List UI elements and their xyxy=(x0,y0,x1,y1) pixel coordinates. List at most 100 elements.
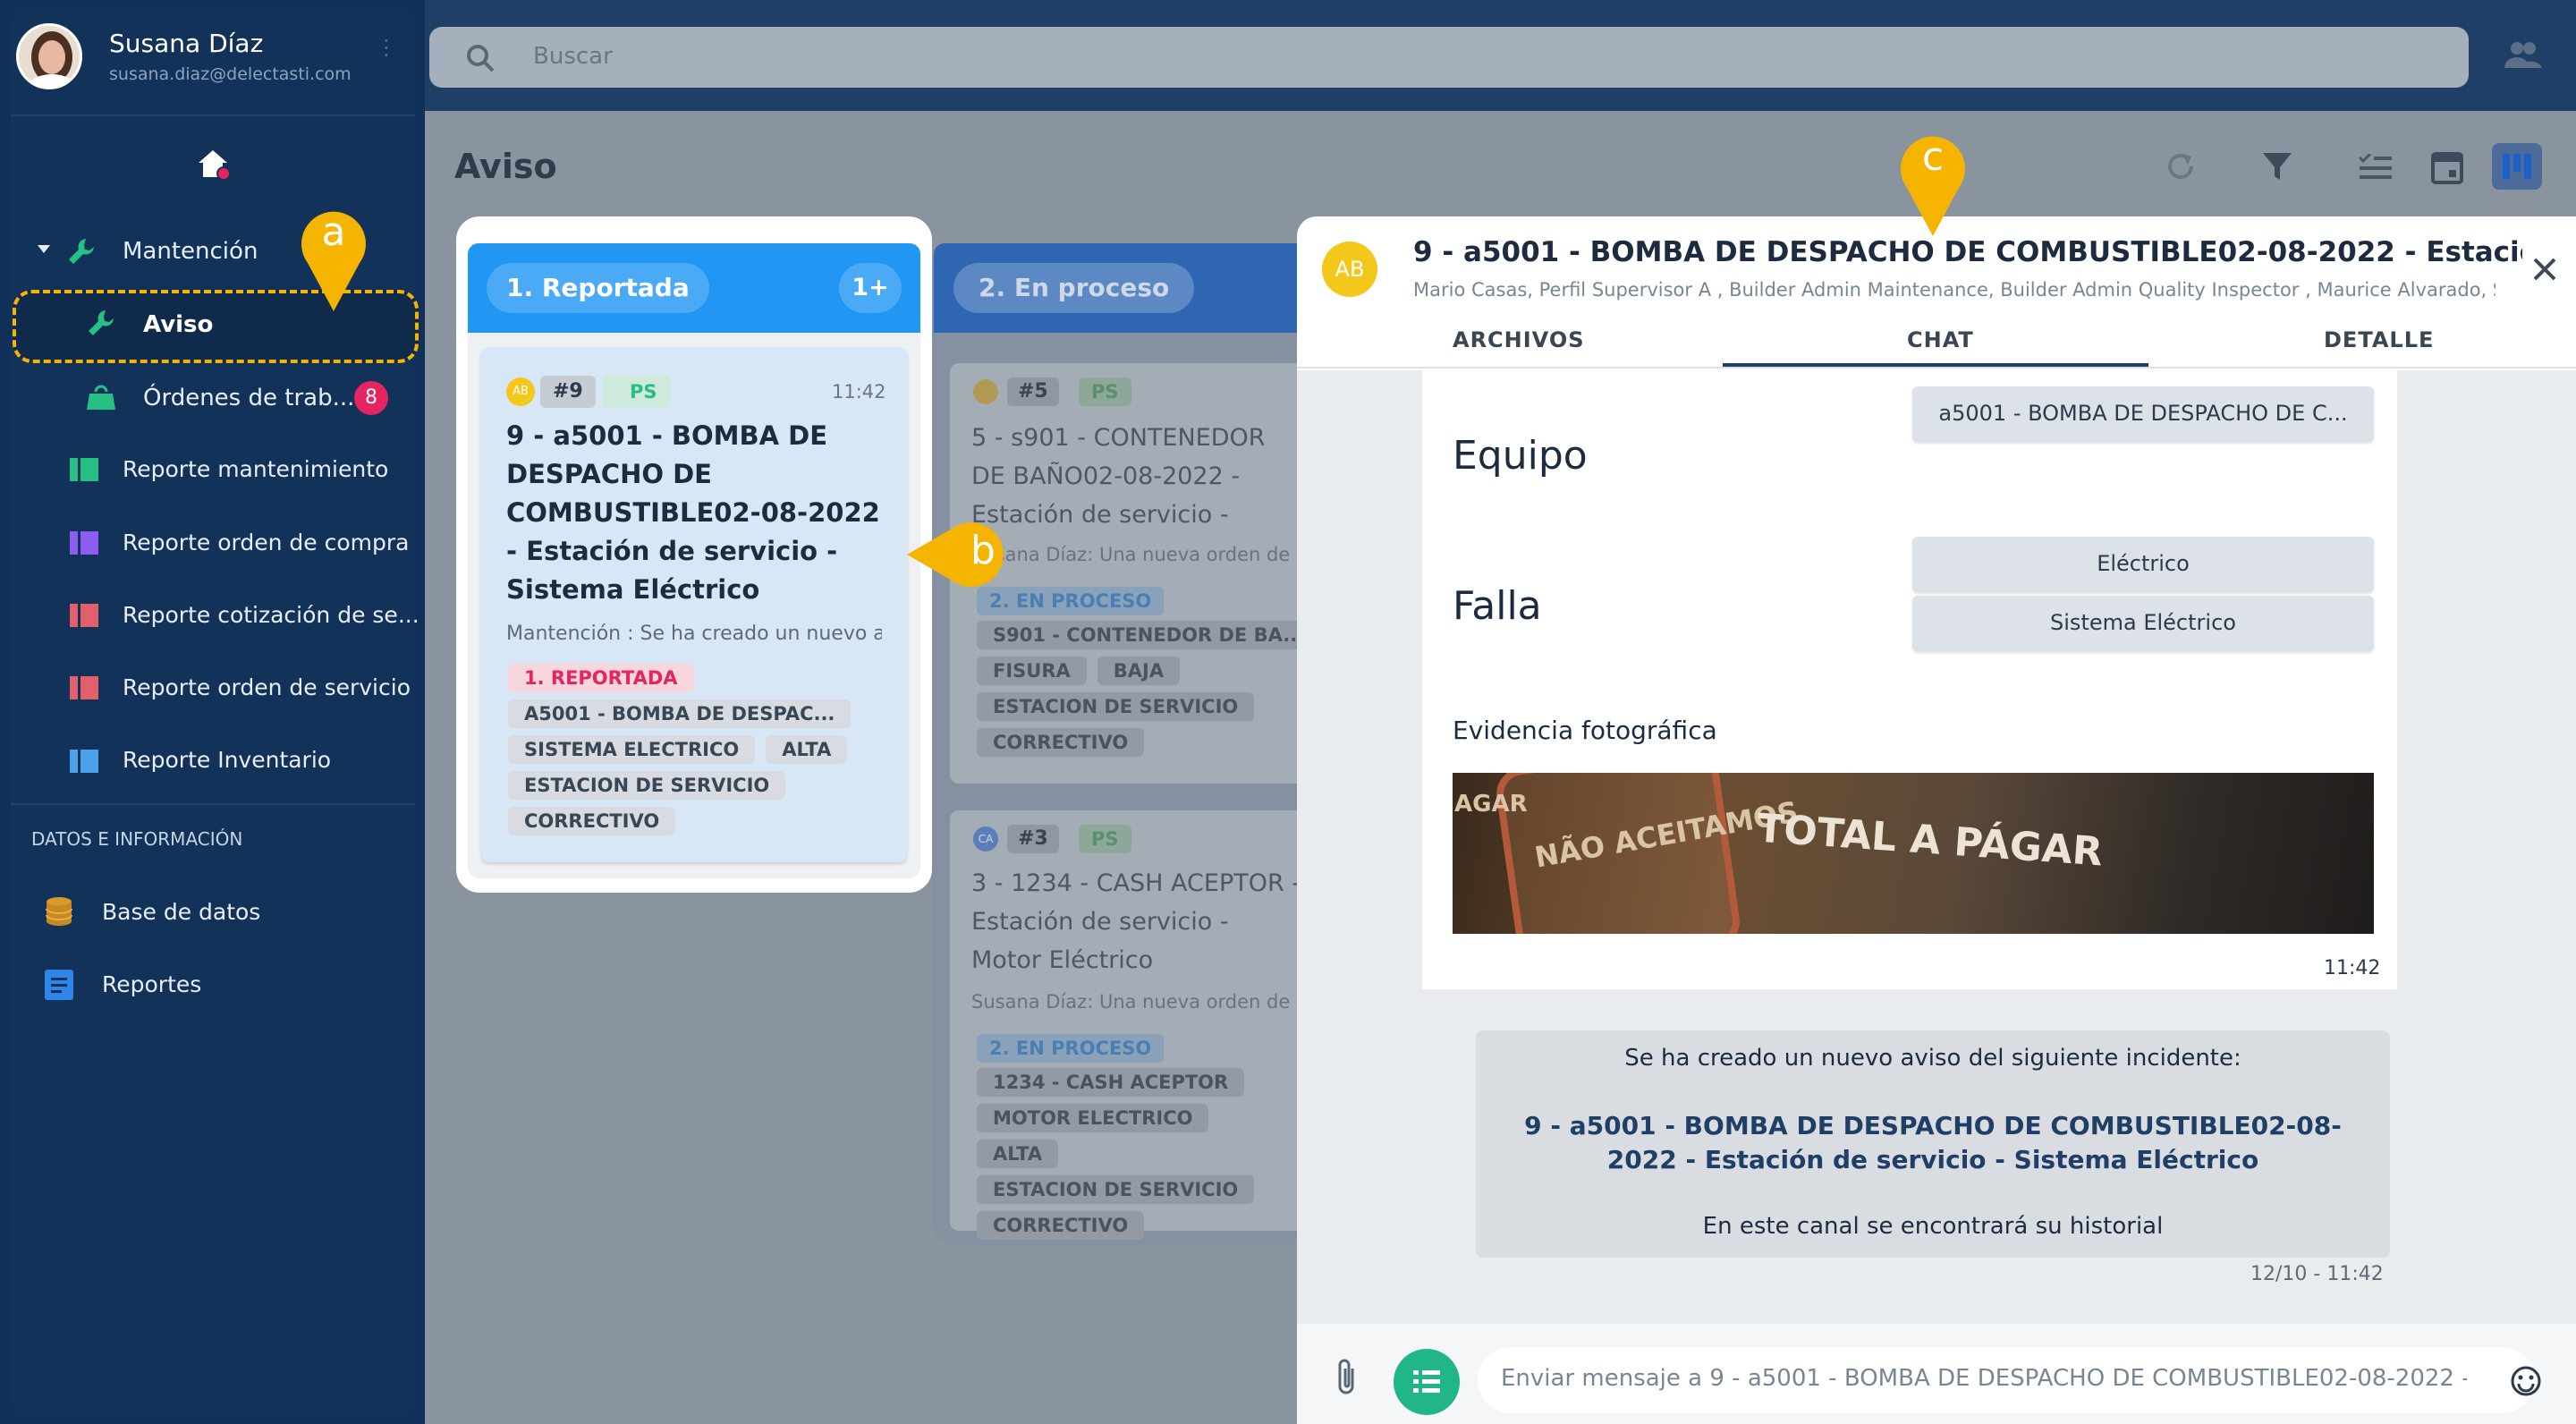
callout-c-label: c xyxy=(1921,134,1945,180)
card-title: 3 - 1234 - CASH ACEPTOR - Estación de se… xyxy=(971,869,1301,974)
document-icon xyxy=(45,970,73,1000)
sidebar-item-label: Órdenes de trab... xyxy=(143,385,355,411)
avatar: AB xyxy=(506,377,535,406)
equipo-value[interactable]: a5001 - BOMBA DE DESPACHO DE C... xyxy=(1912,386,2374,442)
tab-chat[interactable]: CHAT xyxy=(1907,327,1974,352)
user-name: Susana Díaz xyxy=(109,29,264,58)
card-number: #5 xyxy=(1007,377,1059,406)
avatar: AB xyxy=(1322,242,1377,297)
card-number: #3 xyxy=(1007,825,1059,853)
group-toggle-icon[interactable] xyxy=(38,245,50,253)
emoji-icon[interactable] xyxy=(2510,1365,2542,1397)
column-count: 1+ xyxy=(839,263,902,313)
list-checks-icon[interactable] xyxy=(2358,152,2394,181)
calendar-icon[interactable] xyxy=(2431,148,2463,184)
avatar xyxy=(973,379,998,404)
card-message: Susana Díaz: Una nueva orden de xyxy=(971,991,1291,1013)
tag-chip: CORRECTIVO xyxy=(977,728,1145,757)
ps-badge: PS xyxy=(1079,825,1131,853)
sidebar-item-reporte-inventario[interactable]: Reporte Inventario xyxy=(123,747,331,773)
callout-b: b xyxy=(903,519,1020,590)
tag-chip: ESTACION DE SERVICIO xyxy=(977,1175,1255,1204)
tag-chip: 1234 - CASH ACEPTOR xyxy=(977,1068,1245,1097)
sidebar-group-mantencion[interactable]: Mantención xyxy=(123,238,258,265)
divider xyxy=(11,803,415,805)
falla-value[interactable]: Eléctrico xyxy=(1912,537,2374,592)
tag-chip: ALTA xyxy=(977,1140,1059,1168)
card-time: 11:42 xyxy=(832,381,886,403)
card-message: Susana Díaz: Una nueva orden de xyxy=(971,544,1291,565)
notification-badge: 8 xyxy=(354,381,388,415)
tag-chip: SISTEMA ELECTRICO xyxy=(508,735,756,764)
falla-value[interactable]: Sistema Eléctrico xyxy=(1912,596,2374,651)
people-icon[interactable] xyxy=(2504,41,2542,68)
database-icon xyxy=(45,896,73,927)
avatar[interactable] xyxy=(16,23,82,89)
section-title: DATOS E INFORMACIÓN xyxy=(31,828,243,850)
close-icon[interactable] xyxy=(2531,256,2558,283)
tab-archivos[interactable]: ARCHIVOS xyxy=(1453,327,1585,352)
evidence-photo[interactable]: NÃO ACEITAMOS AGAR TOTAL A PÁGAR xyxy=(1453,773,2374,934)
column-title[interactable]: 1. Reportada xyxy=(487,263,709,313)
tag-chip: ALTA xyxy=(766,735,848,764)
search-placeholder: Buscar xyxy=(533,43,613,70)
tabs-divider xyxy=(1297,367,2576,369)
filter-icon[interactable] xyxy=(2261,150,2293,182)
column-title[interactable]: 2. En proceso xyxy=(953,263,1195,313)
search-input[interactable] xyxy=(429,27,2469,88)
ps-badge: PS xyxy=(1079,377,1131,406)
card-title: 5 - s901 - CONTENEDOR DE BAÑO02-08-2022 … xyxy=(971,424,1266,529)
kanban-view-icon[interactable] xyxy=(2492,143,2542,190)
tab-detalle[interactable]: DETALLE xyxy=(2324,327,2434,352)
tag-list: S901 - CONTENEDOR DE BA... FISURA BAJA ES… xyxy=(977,621,1308,764)
callout-a: a xyxy=(297,200,370,311)
sidebar-item-reporte-orden-servicio[interactable]: Reporte orden de servicio xyxy=(123,674,411,700)
sidebar-item-reportes[interactable]: Reportes xyxy=(102,971,201,997)
page-title: Aviso xyxy=(454,147,557,186)
status-badge: 2. EN PROCESO xyxy=(977,1034,1165,1063)
sidebar: Susana Díaz susana.diaz@delectasti.com ⋮… xyxy=(0,0,425,1424)
status-badge: 2. EN PROCESO xyxy=(977,587,1165,615)
message-time: 11:42 xyxy=(2324,957,2381,979)
tag-chip: ESTACION DE SERVICIO xyxy=(977,692,1255,721)
card-number: #9 xyxy=(540,376,596,408)
card-message: Mantención : Se ha creado un nuevo a... xyxy=(506,623,882,645)
user-email: susana.diaz@delectasti.com xyxy=(109,64,352,84)
ps-badge: PS xyxy=(603,376,670,408)
bag-icon xyxy=(86,383,116,411)
templates-button[interactable] xyxy=(1394,1349,1460,1415)
detail-participants: Mario Casas, Perfil Supervisor A , Build… xyxy=(1413,279,2496,301)
evidence-label: Evidencia fotográfica xyxy=(1453,716,1717,745)
system-message-line: Se ha creado un nuevo aviso del siguient… xyxy=(1624,1045,2241,1072)
user-menu-icon[interactable]: ⋮ xyxy=(376,37,397,70)
tag-chip: BAJA xyxy=(1097,657,1181,685)
photo-text: TOTAL A PÁGAR xyxy=(1755,805,2105,876)
wrench-icon xyxy=(66,236,97,267)
falla-label: Falla xyxy=(1453,583,1542,629)
grid-icon xyxy=(70,531,98,555)
callout-c: c xyxy=(1896,125,1970,236)
sidebar-item-reporte-orden-compra[interactable]: Reporte orden de compra xyxy=(123,530,409,555)
message-placeholder: Enviar mensaje a 9 - a5001 - BOMBA DE DE… xyxy=(1501,1365,2467,1392)
avatar: CA xyxy=(973,826,998,852)
sidebar-item-label: Aviso xyxy=(143,311,214,338)
attach-icon[interactable] xyxy=(1333,1358,1361,1397)
sidebar-item-reporte-mantenimiento[interactable]: Reporte mantenimiento xyxy=(123,456,388,482)
tag-chip: CORRECTIVO xyxy=(977,1211,1145,1240)
grid-icon xyxy=(70,458,98,481)
status-badge: 1. REPORTADA xyxy=(508,664,694,692)
detail-title: 9 - a5001 - BOMBA DE DESPACHO DE COMBUST… xyxy=(1413,236,2522,268)
wrench-icon xyxy=(86,308,116,338)
refresh-icon[interactable] xyxy=(2163,148,2199,184)
callout-a-label: a xyxy=(321,209,346,255)
sidebar-item-reporte-cotizacion[interactable]: Reporte cotización de se... xyxy=(123,602,419,628)
system-message-line: En este canal se encontrará su historial xyxy=(1702,1213,2164,1240)
sidebar-item-base-datos[interactable]: Base de datos xyxy=(102,899,260,925)
card-title: 9 - a5001 - BOMBA DE DESPACHO DE COMBUST… xyxy=(506,420,880,605)
home-icon[interactable] xyxy=(195,147,231,182)
tag-chip: FISURA xyxy=(977,657,1087,685)
tag-chip: MOTOR ELECTRICO xyxy=(977,1104,1209,1132)
search-icon xyxy=(465,43,496,73)
photo-text: AGAR xyxy=(1454,791,1528,818)
tag-chip: CORRECTIVO xyxy=(508,807,676,835)
